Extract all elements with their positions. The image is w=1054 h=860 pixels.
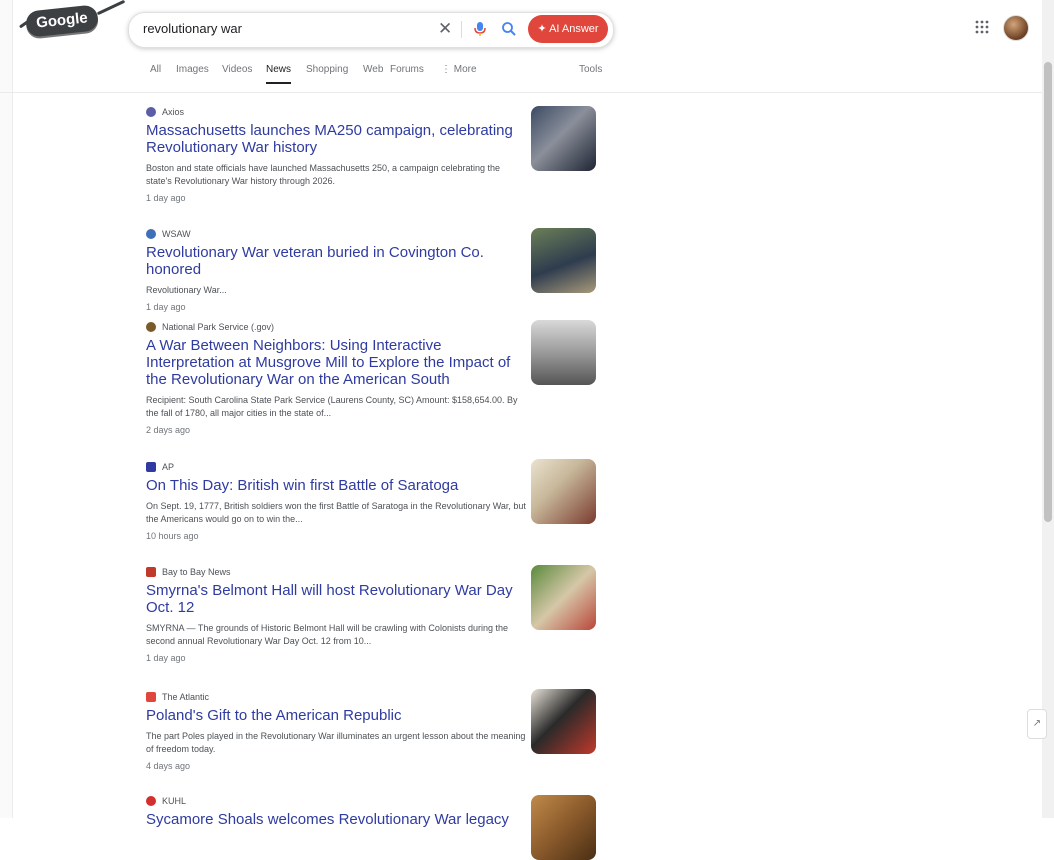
news-result[interactable]: Axios Massachusetts launches MA250 campa…: [146, 106, 526, 203]
microphone-icon[interactable]: [473, 21, 487, 42]
result-snippet: Revolutionary War...: [146, 285, 227, 295]
search-box[interactable]: revolutionary war ✕ ✦ AI Answer: [128, 12, 614, 48]
result-title-link[interactable]: Poland's Gift to the American Republic: [146, 707, 526, 724]
tab-web[interactable]: Web: [363, 62, 383, 78]
result-timestamp: 4 days ago: [146, 761, 191, 771]
sparkle-icon: ✦: [537, 23, 550, 35]
result-source: Bay to Bay News: [146, 566, 526, 578]
source-favicon-icon: [146, 567, 156, 577]
result-snippet: The part Poles played in the Revolutiona…: [146, 731, 526, 754]
source-name: Bay to Bay News: [162, 567, 231, 577]
tab-videos[interactable]: Videos: [222, 62, 252, 78]
source-favicon-icon: [146, 229, 156, 239]
result-snippet: SMYRNA — The grounds of Historic Belmont…: [146, 623, 508, 646]
result-thumbnail[interactable]: [531, 459, 596, 524]
news-result[interactable]: WSAW Revolutionary War veteran buried in…: [146, 228, 526, 312]
scrollbar-thumb[interactable]: [1044, 62, 1052, 522]
search-icon[interactable]: [501, 21, 517, 42]
result-thumbnail[interactable]: [531, 228, 596, 293]
header-divider: [0, 92, 1054, 93]
result-source: AP: [146, 461, 526, 473]
tab-shopping[interactable]: Shopping: [306, 62, 348, 78]
source-name: AP: [162, 462, 175, 472]
source-name: KUHL: [162, 796, 187, 806]
news-result[interactable]: Bay to Bay News Smyrna's Belmont Hall wi…: [146, 566, 526, 663]
news-result[interactable]: The Atlantic Poland's Gift to the Americ…: [146, 691, 526, 771]
news-result[interactable]: KUHL Sycamore Shoals welcomes Revolution…: [146, 795, 526, 828]
result-snippet: Recipient: South Carolina State Park Ser…: [146, 395, 518, 418]
source-favicon-icon: [146, 796, 156, 806]
result-source: The Atlantic: [146, 691, 526, 703]
tab-tools[interactable]: Tools: [579, 62, 602, 78]
result-timestamp: 1 day ago: [146, 302, 186, 312]
result-timestamp: 2 days ago: [146, 425, 191, 435]
feedback-button[interactable]: ↗: [1027, 709, 1047, 739]
ai-answer-button[interactable]: ✦ AI Answer: [528, 15, 608, 43]
result-thumbnail[interactable]: [531, 565, 596, 630]
result-thumbnail[interactable]: [531, 795, 596, 860]
source-name: The Atlantic: [162, 692, 210, 702]
search-tabs: All Images Videos News Shopping Web Foru…: [150, 62, 1054, 90]
source-favicon-icon: [146, 322, 156, 332]
result-snippet: Boston and state officials have launched…: [146, 163, 501, 186]
tab-news[interactable]: News: [266, 62, 292, 84]
result-title-link[interactable]: Massachusetts launches MA250 campaign, c…: [146, 122, 526, 156]
result-thumbnail[interactable]: [531, 106, 596, 171]
apps-grid-icon[interactable]: [975, 20, 989, 39]
result-title-link[interactable]: Sycamore Shoals welcomes Revolutionary W…: [146, 811, 526, 828]
result-snippet: On Sept. 19, 1777, British soldiers won …: [146, 501, 526, 524]
result-title-link[interactable]: Revolutionary War veteran buried in Covi…: [146, 244, 526, 278]
arrow-icon: ↗: [1032, 718, 1042, 729]
close-icon[interactable]: ✕: [438, 19, 452, 39]
result-timestamp: 10 hours ago: [146, 531, 199, 541]
source-name: WSAW: [162, 229, 191, 239]
result-timestamp: 1 day ago: [146, 193, 186, 203]
source-name: Axios: [162, 107, 185, 117]
search-divider: [461, 21, 462, 38]
ai-answer-label: AI Answer: [549, 23, 599, 35]
source-favicon-icon: [146, 107, 156, 117]
result-thumbnail[interactable]: [531, 320, 596, 385]
result-source: Axios: [146, 106, 526, 118]
result-title-link[interactable]: On This Day: British win first Battle of…: [146, 477, 526, 494]
result-source: WSAW: [146, 228, 526, 240]
search-input[interactable]: revolutionary war: [143, 13, 242, 45]
page-scrollbar[interactable]: [1042, 0, 1054, 818]
window-left-edge: [0, 0, 13, 818]
result-source: National Park Service (.gov): [146, 321, 526, 333]
tab-all[interactable]: All: [150, 62, 161, 78]
tab-more[interactable]: ⋮ More: [441, 62, 477, 78]
source-favicon-icon: [146, 692, 156, 702]
result-title-link[interactable]: Smyrna's Belmont Hall will host Revoluti…: [146, 582, 526, 616]
tab-forums[interactable]: Forums: [390, 62, 424, 78]
news-result[interactable]: AP On This Day: British win first Battle…: [146, 461, 526, 541]
source-name: National Park Service (.gov): [162, 322, 275, 332]
result-thumbnail[interactable]: [531, 689, 596, 754]
result-timestamp: 1 day ago: [146, 653, 186, 663]
tab-images[interactable]: Images: [176, 62, 209, 78]
result-title-link[interactable]: A War Between Neighbors: Using Interacti…: [146, 337, 526, 388]
news-result[interactable]: National Park Service (.gov) A War Betwe…: [146, 321, 526, 435]
account-avatar[interactable]: [1003, 15, 1029, 41]
source-favicon-icon: [146, 462, 156, 472]
result-source: KUHL: [146, 795, 526, 807]
